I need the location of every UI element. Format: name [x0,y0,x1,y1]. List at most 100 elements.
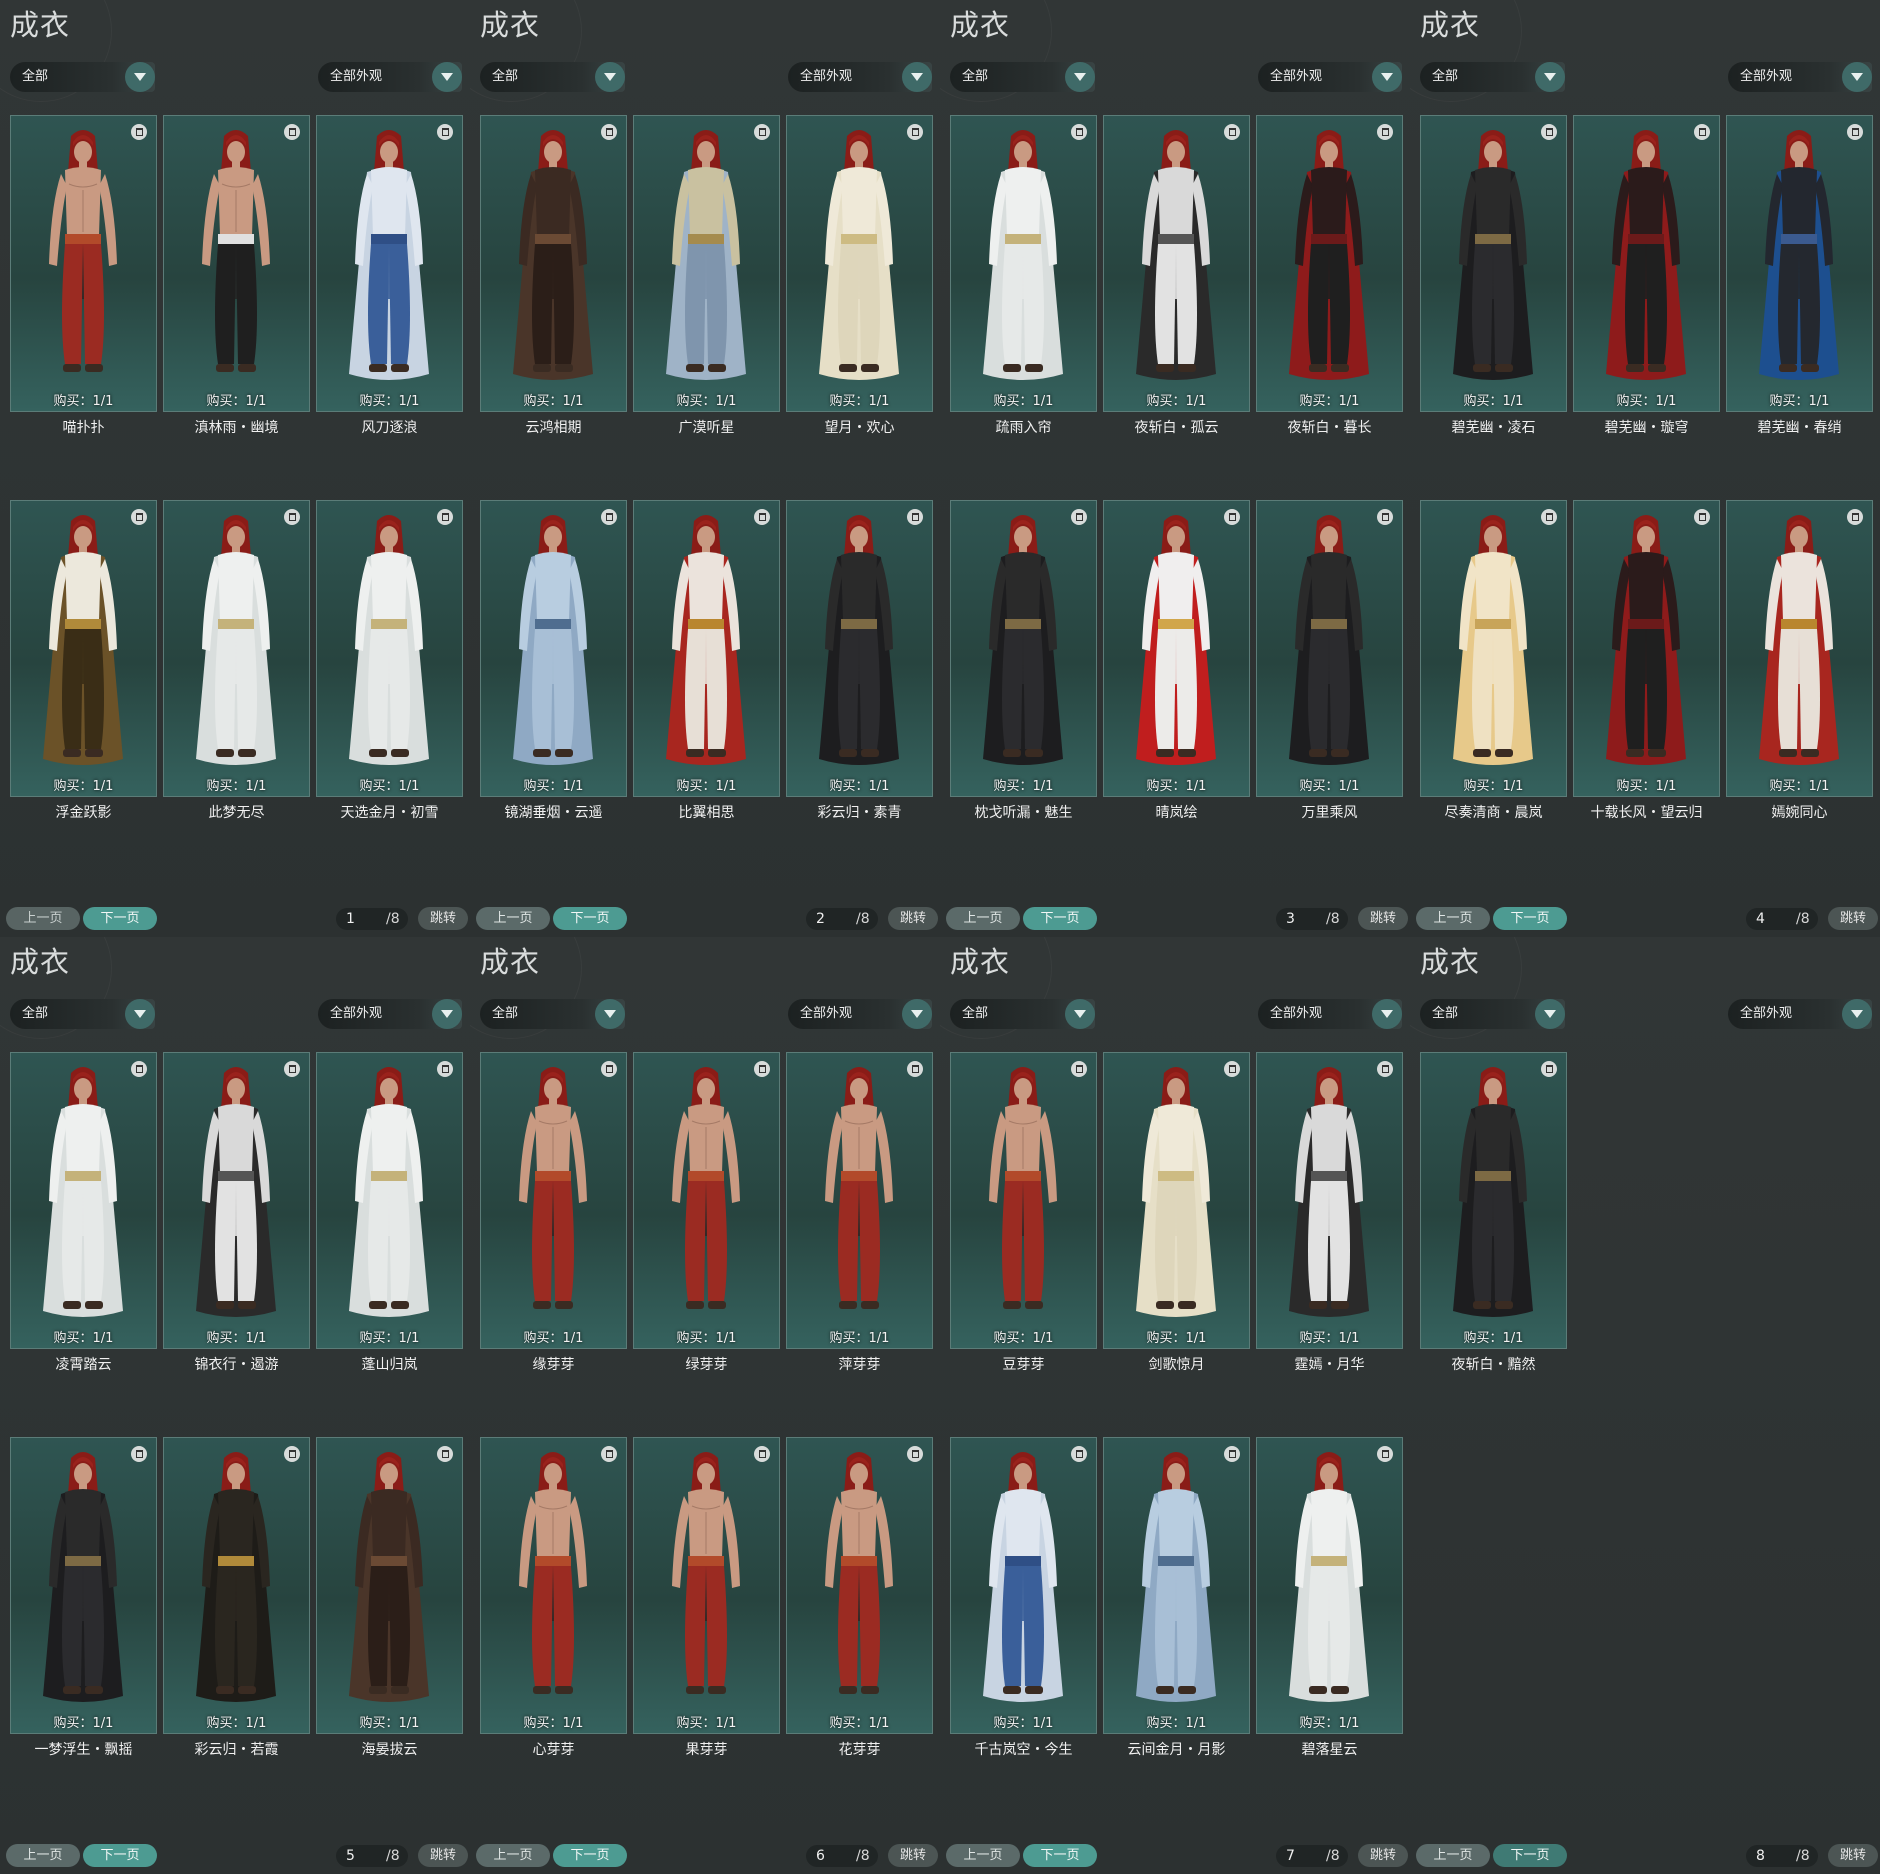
outfit-card[interactable]: 购买：1/1 [10,1437,157,1734]
trash-icon[interactable] [1224,1446,1240,1462]
outfit-card[interactable]: 购买：1/1 [1573,115,1720,412]
appearance-dropdown[interactable]: 全部外观 [788,62,932,92]
outfit-card[interactable]: 购买：1/1 [163,1437,310,1734]
next-page-button[interactable]: 下一页 [83,1844,157,1867]
trash-icon[interactable] [754,124,770,140]
trash-icon[interactable] [1541,509,1557,525]
category-dropdown[interactable]: 全部 [1420,62,1565,92]
category-dropdown[interactable]: 全部 [950,999,1095,1029]
outfit-card[interactable]: 购买：1/1 [786,500,933,797]
trash-icon[interactable] [1541,124,1557,140]
category-dropdown[interactable]: 全部 [480,62,625,92]
outfit-card[interactable]: 购买：1/1 [786,115,933,412]
trash-icon[interactable] [601,1061,617,1077]
trash-icon[interactable] [1377,1446,1393,1462]
outfit-card[interactable]: 购买：1/1 [950,1437,1097,1734]
outfit-card[interactable]: 购买：1/1 [633,500,780,797]
chevron-down-icon[interactable] [1842,999,1872,1029]
trash-icon[interactable] [907,124,923,140]
outfit-card[interactable]: 购买：1/1 [316,1437,463,1734]
trash-icon[interactable] [284,1061,300,1077]
outfit-card[interactable]: 购买：1/1 [633,115,780,412]
page-number-input[interactable]: 7/8 [1276,1845,1348,1867]
chevron-down-icon[interactable] [595,999,625,1029]
category-dropdown[interactable]: 全部 [10,999,155,1029]
next-page-button[interactable]: 下一页 [1493,907,1567,930]
trash-icon[interactable] [1694,124,1710,140]
jump-button[interactable]: 跳转 [1358,907,1408,930]
outfit-card[interactable]: 购买：1/1 [316,115,463,412]
outfit-card[interactable]: 购买：1/1 [1726,115,1873,412]
outfit-card[interactable]: 购买：1/1 [1103,115,1250,412]
outfit-card[interactable]: 购买：1/1 [950,500,1097,797]
next-page-button[interactable]: 下一页 [553,1844,627,1867]
jump-button[interactable]: 跳转 [1358,1844,1408,1867]
trash-icon[interactable] [284,124,300,140]
chevron-down-icon[interactable] [125,62,155,92]
outfit-card[interactable]: 购买：1/1 [1103,1052,1250,1349]
trash-icon[interactable] [1377,124,1393,140]
outfit-card[interactable]: 购买：1/1 [480,1437,627,1734]
outfit-card[interactable]: 购买：1/1 [480,1052,627,1349]
trash-icon[interactable] [1847,124,1863,140]
trash-icon[interactable] [131,1061,147,1077]
outfit-card[interactable]: 购买：1/1 [950,115,1097,412]
trash-icon[interactable] [1071,1446,1087,1462]
trash-icon[interactable] [284,1446,300,1462]
chevron-down-icon[interactable] [1372,62,1402,92]
prev-page-button[interactable]: 上一页 [6,907,80,930]
category-dropdown[interactable]: 全部 [10,62,155,92]
appearance-dropdown[interactable]: 全部外观 [1728,62,1872,92]
trash-icon[interactable] [131,1446,147,1462]
outfit-card[interactable]: 购买：1/1 [1103,1437,1250,1734]
page-number-input[interactable]: 1/8 [336,908,408,930]
page-number-input[interactable]: 8/8 [1746,1845,1818,1867]
appearance-dropdown[interactable]: 全部外观 [318,62,462,92]
outfit-card[interactable]: 购买：1/1 [1256,500,1403,797]
chevron-down-icon[interactable] [1535,62,1565,92]
trash-icon[interactable] [1071,1061,1087,1077]
outfit-card[interactable]: 购买：1/1 [480,500,627,797]
page-number-input[interactable]: 6/8 [806,1845,878,1867]
category-dropdown[interactable]: 全部 [480,999,625,1029]
appearance-dropdown[interactable]: 全部外观 [1728,999,1872,1029]
trash-icon[interactable] [1847,509,1863,525]
trash-icon[interactable] [754,1061,770,1077]
trash-icon[interactable] [1377,1061,1393,1077]
outfit-card[interactable]: 购买：1/1 [163,115,310,412]
appearance-dropdown[interactable]: 全部外观 [1258,62,1402,92]
trash-icon[interactable] [131,509,147,525]
trash-icon[interactable] [907,1446,923,1462]
chevron-down-icon[interactable] [1842,62,1872,92]
prev-page-button[interactable]: 上一页 [946,1844,1020,1867]
trash-icon[interactable] [437,509,453,525]
prev-page-button[interactable]: 上一页 [476,1844,550,1867]
chevron-down-icon[interactable] [902,999,932,1029]
chevron-down-icon[interactable] [595,62,625,92]
appearance-dropdown[interactable]: 全部外观 [1258,999,1402,1029]
page-number-input[interactable]: 2/8 [806,908,878,930]
next-page-button[interactable]: 下一页 [1023,1844,1097,1867]
prev-page-button[interactable]: 上一页 [1416,1844,1490,1867]
outfit-card[interactable]: 购买：1/1 [10,115,157,412]
category-dropdown[interactable]: 全部 [1420,999,1565,1029]
trash-icon[interactable] [1694,509,1710,525]
chevron-down-icon[interactable] [1535,999,1565,1029]
jump-button[interactable]: 跳转 [1828,907,1878,930]
outfit-card[interactable]: 购买：1/1 [1256,115,1403,412]
trash-icon[interactable] [1541,1061,1557,1077]
next-page-button[interactable]: 下一页 [553,907,627,930]
outfit-card[interactable]: 购买：1/1 [316,500,463,797]
outfit-card[interactable]: 购买：1/1 [633,1052,780,1349]
trash-icon[interactable] [1377,509,1393,525]
chevron-down-icon[interactable] [125,999,155,1029]
outfit-card[interactable]: 购买：1/1 [1103,500,1250,797]
outfit-card[interactable]: 购买：1/1 [786,1052,933,1349]
chevron-down-icon[interactable] [1065,62,1095,92]
trash-icon[interactable] [437,1061,453,1077]
outfit-card[interactable]: 购买：1/1 [1573,500,1720,797]
next-page-button[interactable]: 下一页 [83,907,157,930]
chevron-down-icon[interactable] [1065,999,1095,1029]
page-number-input[interactable]: 5/8 [336,1845,408,1867]
outfit-card[interactable]: 购买：1/1 [1420,500,1567,797]
